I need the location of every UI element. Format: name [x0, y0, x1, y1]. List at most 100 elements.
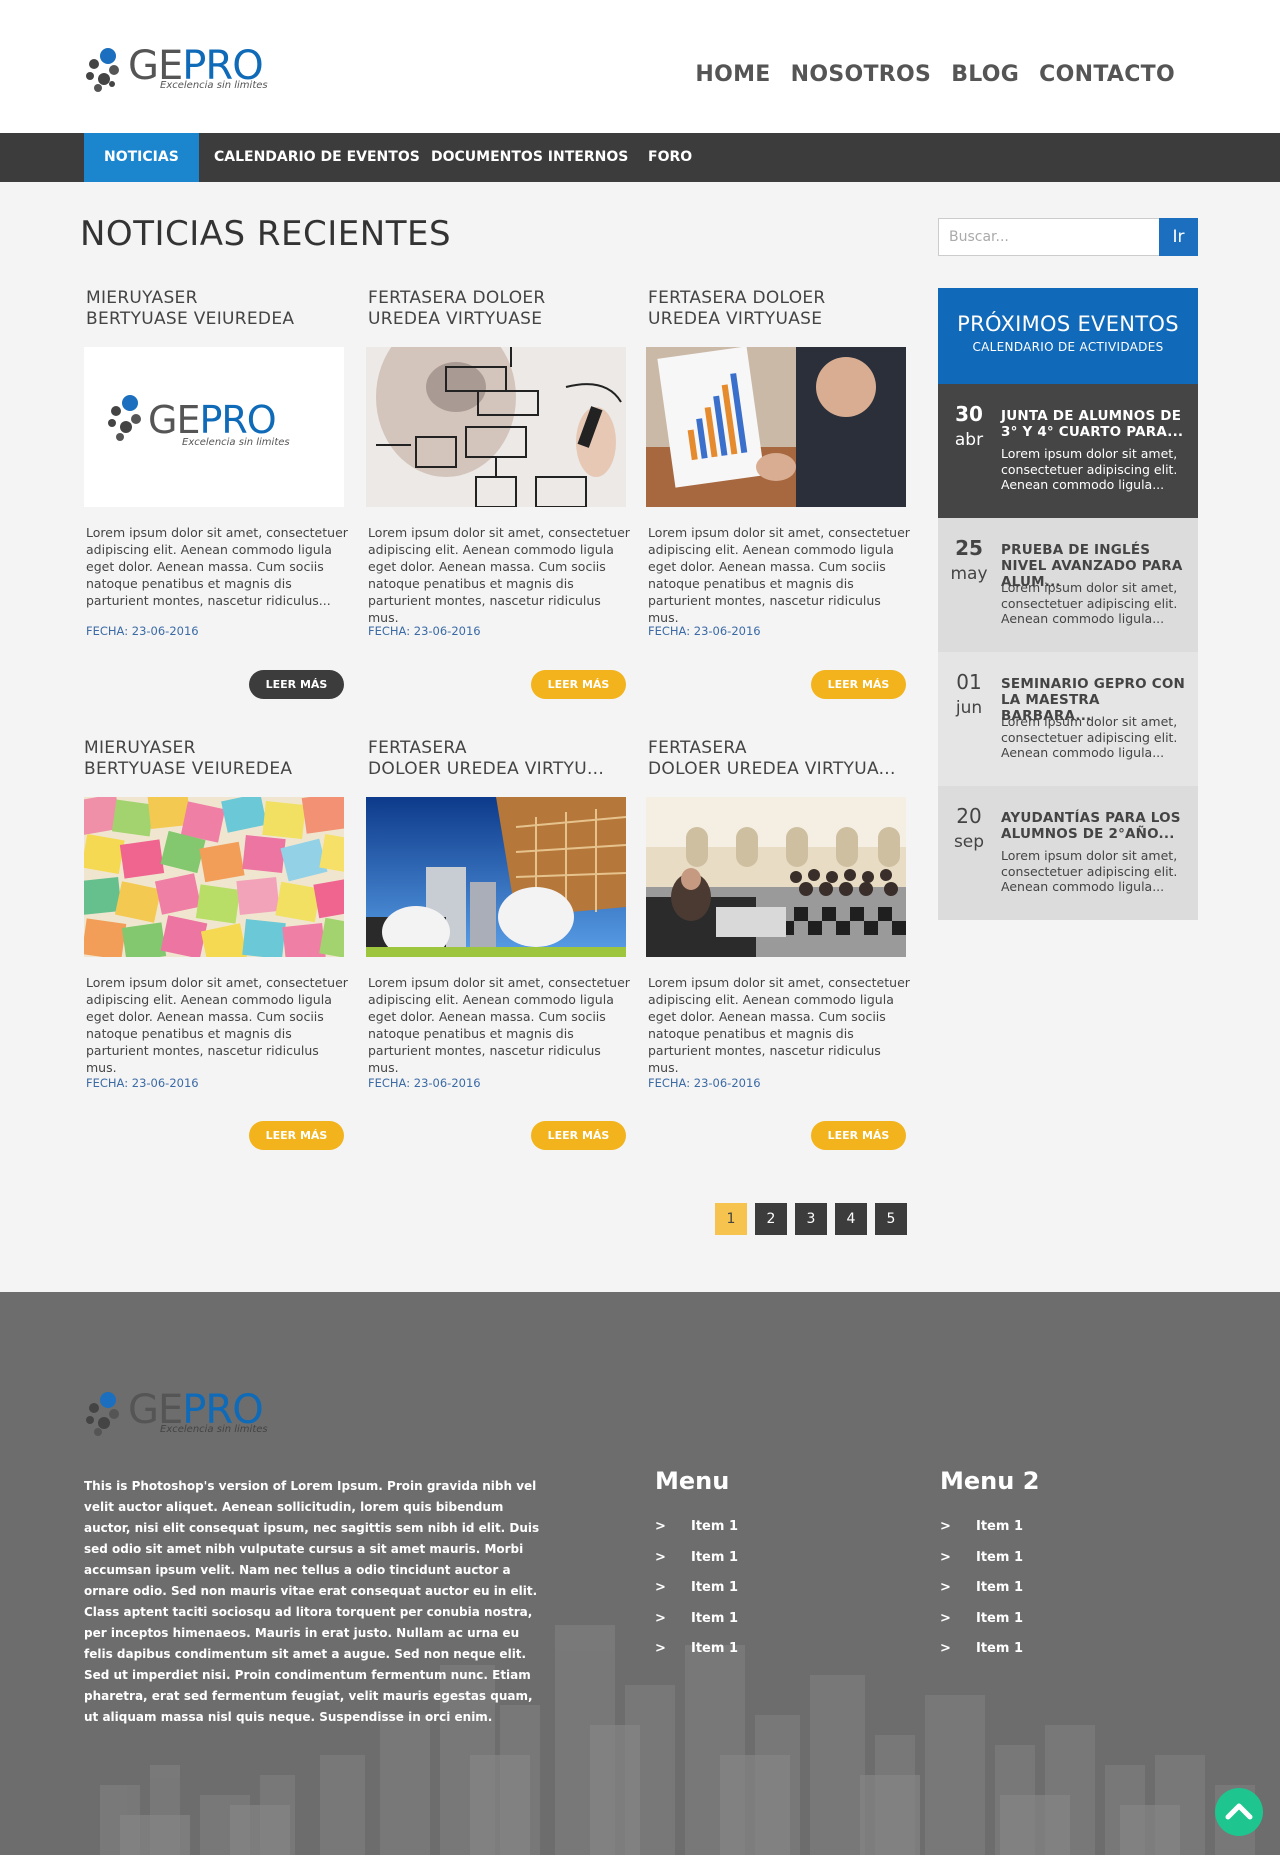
news-card-title[interactable]: FERTASERA DOLOER UREDEA VIRTYUA...	[646, 738, 908, 782]
event-description: Lorem ipsum dolor sit amet, consectetuer…	[1001, 848, 1178, 894]
site-logo[interactable]: GEPRO Excelencia sin limites	[84, 43, 294, 96]
svg-text:GEPRO: GEPRO	[148, 398, 276, 442]
section-navigation: NOTICIAS CALENDARIO DE EVENTOS DOCUMENTO…	[0, 133, 1280, 182]
read-more-button[interactable]: LEER MÁS	[249, 670, 344, 699]
event-day: 20	[956, 804, 982, 828]
news-card-excerpt: Lorem ipsum dolor sit amet, consectetuer…	[86, 525, 348, 608]
event-day: 25	[955, 536, 983, 560]
site-header: GEPRO Excelencia sin limites HOME NOSOTR…	[0, 0, 1280, 133]
footer-menu-item[interactable]: > Item 1	[940, 1641, 1140, 1672]
news-card-excerpt: Lorem ipsum dolor sit amet, consectetuer…	[368, 525, 630, 625]
news-card-image[interactable]	[366, 797, 626, 957]
page-button-4[interactable]: 4	[835, 1203, 867, 1235]
read-more-button[interactable]: LEER MÁS	[249, 1121, 344, 1150]
chevron-right-icon: >	[940, 1519, 951, 1534]
footer-logo[interactable]: GEPRO Excelencia sin limites	[84, 1387, 294, 1440]
nav-nosotros[interactable]: NOSOTROS	[791, 62, 932, 87]
chevron-up-icon	[1225, 1803, 1253, 1820]
news-card-image[interactable]	[84, 797, 344, 957]
event-description: Lorem ipsum dolor sit amet, consectetuer…	[1001, 714, 1178, 760]
news-card: MIERUYASER BERTYUASE VEIUREDEA GEPRO Exce…	[84, 288, 348, 699]
event-item[interactable]: 25 may PRUEBA DE INGLÉS NIVEL AVANZADO P…	[938, 518, 1198, 652]
nav-blog[interactable]: BLOG	[951, 62, 1019, 87]
footer-menu-item[interactable]: > Item 1	[655, 1519, 855, 1550]
tab-calendario-eventos[interactable]: CALENDARIO DE EVENTOS	[214, 133, 420, 182]
chevron-right-icon: >	[655, 1610, 666, 1626]
read-more-button[interactable]: LEER MÁS	[531, 1121, 626, 1150]
page-button-5[interactable]: 5	[875, 1203, 907, 1235]
footer-menu-2: Menu 2 > Item 1 > Item 1 > Item 1 > Item 1 >…	[940, 1467, 1140, 1672]
news-card-image[interactable]	[646, 797, 906, 957]
news-card-date: FECHA: 23-06-2016	[648, 1076, 761, 1090]
page-title: NOTICIAS RECIENTES	[80, 214, 452, 254]
scroll-to-top-button[interactable]	[1215, 1788, 1263, 1836]
search-button[interactable]: Ir	[1159, 218, 1198, 256]
event-description: Lorem ipsum dolor sit amet, consectetuer…	[1001, 580, 1178, 626]
news-card-excerpt: Lorem ipsum dolor sit amet, consectetuer…	[368, 975, 630, 1075]
svg-text:Excelencia sin limites: Excelencia sin limites	[182, 437, 290, 448]
event-month: abr	[954, 430, 984, 450]
nav-home[interactable]: HOME	[695, 62, 770, 87]
footer-menu-item[interactable]: > Item 1	[655, 1641, 855, 1672]
page-button-1[interactable]: 1	[715, 1203, 747, 1235]
footer-menu-1: Menu > Item 1 > Item 1 > Item 1 > Item 1 > It…	[655, 1467, 855, 1672]
page-button-2[interactable]: 2	[755, 1203, 787, 1235]
news-card-image[interactable]	[366, 347, 626, 507]
events-subtitle[interactable]: CALENDARIO DE ACTIVIDADES	[938, 340, 1198, 354]
page-button-3[interactable]: 3	[795, 1203, 827, 1235]
event-month: jun	[955, 698, 983, 718]
footer-menu-item[interactable]: > Item 1	[940, 1519, 1140, 1550]
news-card: FERTASERA DOLOER UREDEA VIRTYUASE Lorem i…	[646, 288, 910, 699]
search-input[interactable]	[938, 218, 1160, 256]
chevron-right-icon: >	[940, 1549, 951, 1565]
event-item[interactable]: 20 sep AYUDANTÍAS PARA LOS ALUMNOS DE 2°…	[938, 786, 1198, 920]
news-card-title[interactable]: MIERUYASER BERTYUASE VEIUREDEA	[84, 738, 346, 782]
news-card-title[interactable]: MIERUYASER BERTYUASE VEIUREDEA	[84, 288, 346, 332]
news-card-date: FECHA: 23-06-2016	[86, 1076, 199, 1090]
tab-noticias[interactable]: NOTICIAS	[84, 133, 199, 182]
events-header: PRÓXIMOS EVENTOS CALENDARIO DE ACTIVIDAD…	[938, 288, 1198, 384]
chevron-right-icon: >	[940, 1610, 951, 1626]
footer-menu-item[interactable]: > Item 1	[655, 1550, 855, 1581]
news-card-title[interactable]: FERTASERA DOLOER UREDEA VIRTYU...	[366, 738, 628, 782]
event-item[interactable]: 30 abr JUNTA DE ALUMNOS DE 3° Y 4° CUART…	[938, 384, 1198, 518]
news-card: FERTASERA DOLOER UREDEA VIRTYU... Lorem …	[366, 738, 630, 1150]
footer-menu-title: Menu	[655, 1467, 730, 1495]
news-card-image[interactable]	[646, 347, 906, 507]
footer-menu-item[interactable]: > Item 1	[655, 1580, 855, 1611]
read-more-button[interactable]: LEER MÁS	[811, 1121, 906, 1150]
footer-menu-item[interactable]: > Item 1	[940, 1580, 1140, 1611]
event-month: may	[950, 564, 988, 584]
news-card-title[interactable]: FERTASERA DOLOER UREDEA VIRTYUASE	[646, 288, 908, 332]
footer-about-text: This is Photoshop's version of Lorem Ips…	[84, 1479, 540, 1724]
news-card-image[interactable]: GEPRO Excelencia sin limites	[84, 347, 344, 507]
footer-menu-item[interactable]: > Item 1	[940, 1611, 1140, 1642]
tab-foro[interactable]: FORO	[648, 133, 692, 182]
event-item[interactable]: 01 jun SEMINARIO GEPRO CON LA MAESTRA BA…	[938, 652, 1198, 786]
news-card: FERTASERA DOLOER UREDEA VIRTYUA... Lorem…	[646, 738, 910, 1150]
event-month: sep	[953, 832, 985, 852]
news-card-date: FECHA: 23-06-2016	[86, 624, 199, 638]
news-card-excerpt: Lorem ipsum dolor sit amet, consectetuer…	[648, 525, 910, 625]
news-card-excerpt: Lorem ipsum dolor sit amet, consectetuer…	[648, 975, 910, 1075]
site-footer: GEPRO Excelencia sin limites This is Pho…	[0, 1292, 1280, 1855]
tab-documentos-internos[interactable]: DOCUMENTOS INTERNOS	[431, 133, 628, 182]
chevron-right-icon: >	[655, 1641, 666, 1656]
footer-menu-item[interactable]: > Item 1	[655, 1611, 855, 1642]
nav-contacto[interactable]: CONTACTO	[1039, 62, 1175, 87]
footer-logo-tagline: Excelencia sin limites	[160, 1424, 268, 1435]
logo-tagline: Excelencia sin limites	[160, 80, 268, 91]
logo-dots-icon	[86, 48, 119, 92]
footer-menu-item[interactable]: > Item 1	[940, 1550, 1140, 1581]
event-title[interactable]: JUNTA DE ALUMNOS DE 3° Y 4° CUARTO PARA.…	[1001, 408, 1186, 440]
news-card: FERTASERA DOLOER UREDEA VIRTYUASE Lorem i…	[366, 288, 630, 699]
event-title[interactable]: AYUDANTÍAS PARA LOS ALUMNOS DE 2°AÑO...	[1001, 810, 1186, 842]
chevron-right-icon: >	[655, 1549, 666, 1565]
news-card-excerpt: Lorem ipsum dolor sit amet, consectetuer…	[86, 975, 348, 1075]
news-card-title[interactable]: FERTASERA DOLOER UREDEA VIRTYUASE	[366, 288, 628, 332]
events-title: PRÓXIMOS EVENTOS	[957, 312, 1179, 336]
news-card-date: FECHA: 23-06-2016	[368, 624, 481, 638]
read-more-button[interactable]: LEER MÁS	[811, 670, 906, 699]
read-more-button[interactable]: LEER MÁS	[531, 670, 626, 699]
news-card-date: FECHA: 23-06-2016	[368, 1076, 481, 1090]
